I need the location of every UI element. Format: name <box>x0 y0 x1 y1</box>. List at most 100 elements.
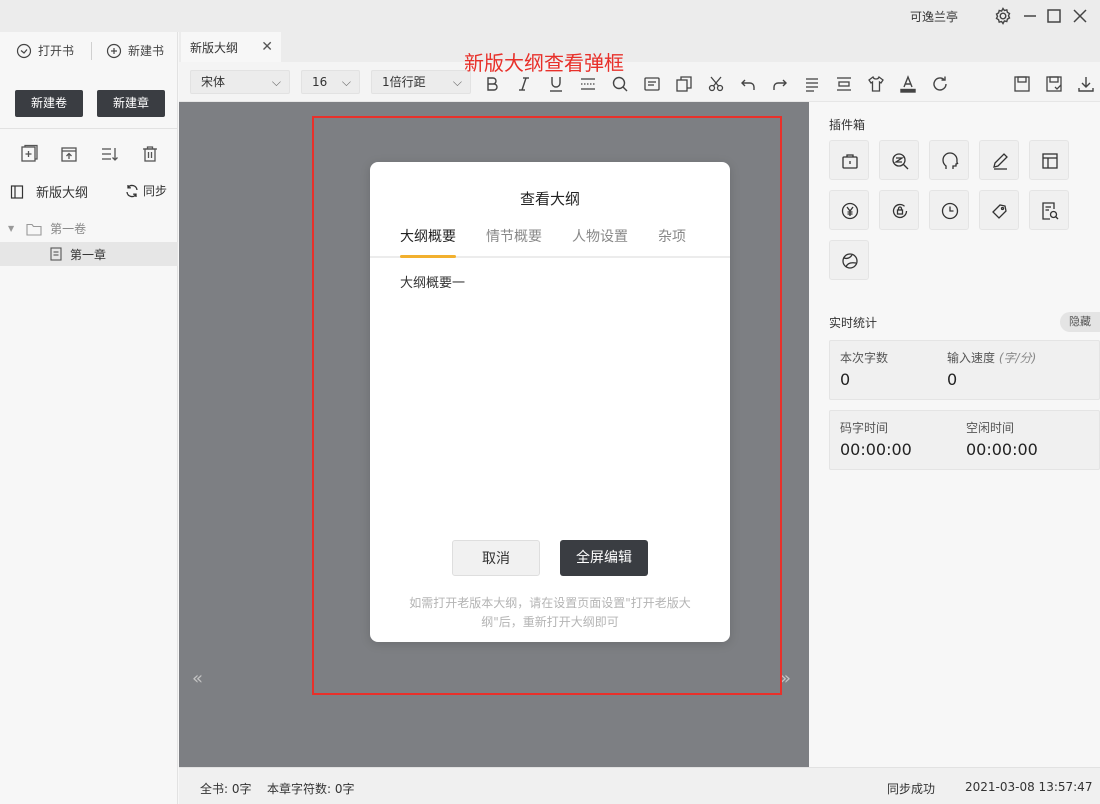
stats-box-time: 码字时间 00:00:00 空闲时间 00:00:00 <box>829 410 1100 470</box>
typing-time-value: 00:00:00 <box>840 440 912 459</box>
copy-icon[interactable] <box>675 75 693 93</box>
next-page-icon[interactable]: » <box>780 668 791 689</box>
search-icon[interactable] <box>611 75 629 93</box>
plus-circle-icon <box>106 43 122 58</box>
count-value: 0 <box>840 370 851 389</box>
cut-icon[interactable] <box>707 75 725 93</box>
add-chapter-icon[interactable] <box>19 144 39 164</box>
italic-icon[interactable] <box>515 75 533 93</box>
stats-box-count: 本次字数 0 输入速度 (字/分) 0 <box>829 340 1100 400</box>
tab-outline[interactable]: 新版大纲 ✕ <box>181 32 281 62</box>
folder-icon <box>26 223 42 236</box>
caret-down-icon[interactable]: ▼ <box>8 224 14 233</box>
stats-title: 实时统计 <box>829 316 878 330</box>
doc-search-icon[interactable] <box>1029 190 1069 230</box>
size-value: 16 <box>312 75 328 89</box>
divider <box>0 128 178 129</box>
new-book-button[interactable]: 新建书 <box>106 42 164 59</box>
spacing-value: 1倍行距 <box>382 75 426 89</box>
outline-entry[interactable]: 新版大纲 <box>10 182 88 201</box>
new-volume-button[interactable]: 新建卷 <box>15 90 83 117</box>
annotation-label: 新版大纲查看弹框 <box>464 51 624 75</box>
save-as-icon[interactable] <box>1045 75 1063 93</box>
sync-label: 同步 <box>142 184 167 198</box>
chapter-label: 第一章 <box>70 247 107 262</box>
speed-label-text: 输入速度 <box>947 351 996 365</box>
tag-icon[interactable] <box>979 190 1019 230</box>
datetime: 2021-03-08 13:57:47 <box>965 780 1093 794</box>
head-icon[interactable] <box>929 140 969 180</box>
tree-volume[interactable]: ▼ 第一卷 <box>8 220 86 237</box>
count-label: 本次字数 <box>840 351 889 365</box>
tab-misc[interactable]: 杂项 <box>658 226 686 246</box>
cancel-button[interactable]: 取消 <box>452 540 540 576</box>
prev-page-icon[interactable]: « <box>192 668 203 689</box>
sync-icon <box>126 184 138 197</box>
size-select[interactable]: 16 ⌵ <box>301 70 360 94</box>
font-select[interactable]: 宋体 ⌵ <box>190 70 290 94</box>
chevron-down-icon: ⌵ <box>452 75 462 89</box>
tab-label: 新版大纲 <box>190 40 239 55</box>
new-chapter-button[interactable]: 新建章 <box>97 90 165 117</box>
tab-plot-summary[interactable]: 情节概要 <box>486 226 542 246</box>
save-icon[interactable] <box>1013 75 1031 93</box>
underline-icon[interactable] <box>547 75 565 93</box>
title-bar: 可逸兰亭 <box>0 0 1100 32</box>
open-book-button[interactable]: 打开书 <box>16 42 74 59</box>
bag-icon[interactable] <box>829 140 869 180</box>
clock-icon[interactable] <box>929 190 969 230</box>
lock-cycle-icon[interactable] <box>879 190 919 230</box>
plugins-title: 插件箱 <box>829 118 866 132</box>
status-bar: 全书: 0字 本章字符数: 0字 同步成功 2021-03-08 13:57:4… <box>179 767 1100 804</box>
dialog-tabs: 大纲概要 情节概要 人物设置 杂项 <box>370 224 730 258</box>
chevron-down-icon: ⌵ <box>341 75 351 89</box>
total-word-count: 全书: 0字 <box>200 782 252 796</box>
shirt-icon[interactable] <box>867 75 885 93</box>
redo-icon[interactable] <box>771 75 789 93</box>
zoom-search-icon[interactable] <box>879 140 919 180</box>
dialog-tip: 如需打开老版本大纲，请在设置页面设置"打开老版大纲"后，重新打开大纲即可 <box>409 596 691 629</box>
download-icon[interactable] <box>1077 75 1095 93</box>
close-tab-icon[interactable]: ✕ <box>261 39 273 55</box>
import-icon[interactable] <box>59 144 79 164</box>
dialog-title: 查看大纲 <box>519 190 580 208</box>
line-spacing-select[interactable]: 1倍行距 ⌵ <box>371 70 471 94</box>
document-icon <box>50 247 62 261</box>
tab-outline-summary[interactable]: 大纲概要 <box>400 226 456 246</box>
align-icon[interactable] <box>803 75 821 93</box>
minimize-icon[interactable] <box>1020 6 1040 26</box>
close-icon[interactable] <box>1070 6 1090 26</box>
outline-label: 新版大纲 <box>36 186 89 201</box>
maximize-icon[interactable] <box>1044 6 1064 26</box>
new-book-label: 新建书 <box>128 44 165 58</box>
trash-icon[interactable] <box>140 144 160 164</box>
bold-icon[interactable] <box>483 75 501 93</box>
speed-label: 输入速度 (字/分) <box>947 349 1036 366</box>
dialog-content: 大纲概要一 <box>400 276 466 291</box>
sync-status: 同步成功 <box>887 782 936 796</box>
gear-icon[interactable] <box>993 6 1013 26</box>
text-color-icon[interactable] <box>899 75 917 93</box>
chevron-down-icon: ⌵ <box>271 75 281 89</box>
refresh-icon[interactable] <box>931 75 949 93</box>
indent-icon[interactable] <box>835 75 853 93</box>
undo-icon[interactable] <box>739 75 757 93</box>
username[interactable]: 可逸兰亭 <box>910 8 958 25</box>
speed-unit: (字/分) <box>998 351 1037 365</box>
sync-button[interactable]: 同步 <box>124 182 167 199</box>
pencil-icon[interactable] <box>979 140 1019 180</box>
sort-icon[interactable] <box>100 144 120 164</box>
note-icon[interactable] <box>643 75 661 93</box>
yen-icon[interactable] <box>829 190 869 230</box>
right-panel: 插件箱 实时统计 隐藏 本次字数 0 输入速度 (字/分) 0 码字时间 00:… <box>809 102 1100 767</box>
fullscreen-edit-button[interactable]: 全屏编辑 <box>560 540 648 576</box>
tab-character-settings[interactable]: 人物设置 <box>572 226 628 246</box>
format-toolbar: 宋体 ⌵ 16 ⌵ 1倍行距 ⌵ <box>179 62 1100 102</box>
hide-stats-button[interactable]: 隐藏 <box>1060 312 1100 332</box>
strikethrough-icon[interactable] <box>579 75 597 93</box>
divider <box>91 42 92 60</box>
tree-chapter[interactable]: 第一章 <box>0 242 178 266</box>
planet-icon[interactable] <box>829 240 869 280</box>
layout-icon[interactable] <box>1029 140 1069 180</box>
volume-label: 第一卷 <box>50 222 87 236</box>
